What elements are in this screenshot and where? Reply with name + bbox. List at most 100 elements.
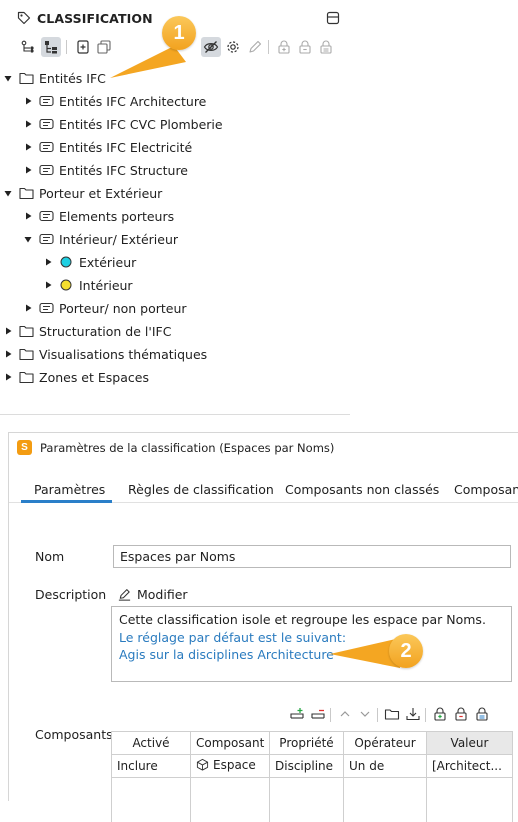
chevron-up-icon[interactable] [336, 705, 354, 723]
lock-remove-icon[interactable] [295, 37, 315, 57]
tree-item-label: Porteur/ non porteur [59, 300, 187, 316]
tree-item[interactable]: Entités IFC Structure [0, 159, 350, 181]
dialog-title-bar: S Paramètres de la classification (Espac… [9, 433, 518, 463]
pencil-icon[interactable] [245, 37, 265, 57]
column-header[interactable]: Composant [190, 731, 270, 755]
expand-right-icon[interactable] [44, 281, 52, 289]
cell-value[interactable]: [Architect... [426, 754, 513, 778]
expand-right-icon[interactable] [24, 97, 32, 105]
active-tab-indicator [21, 500, 112, 503]
import-icon[interactable] [404, 705, 422, 723]
label-icon [38, 300, 54, 316]
lock-remove-icon[interactable] [452, 705, 470, 723]
table-row[interactable]: Inclure Espace Discipline Un de [Archite… [111, 754, 513, 778]
circle-yellow-icon [58, 277, 74, 293]
lock-icon[interactable] [473, 705, 491, 723]
tree-item[interactable]: Porteur et Extérieur [0, 182, 350, 204]
description-link-line: Agis sur la disciplines Architecture [119, 647, 334, 662]
name-label: Nom [35, 549, 65, 564]
expand-right-icon[interactable] [44, 258, 52, 266]
tree-item[interactable]: Entités IFC CVC Plomberie [0, 113, 350, 135]
component-label: Espace [213, 757, 256, 772]
cell-operator[interactable]: Un de [343, 754, 427, 778]
tab-composants[interactable]: Composant [454, 482, 518, 497]
tree-item-label: Intérieur/ Extérieur [59, 231, 179, 247]
label-icon [38, 208, 54, 224]
column-header[interactable]: Activé [111, 731, 191, 755]
tree-item[interactable]: Porteur/ non porteur [0, 297, 350, 319]
tree-item[interactable]: Intérieur [0, 274, 350, 296]
tree-item-label: Zones et Espaces [39, 369, 149, 385]
expand-right-icon[interactable] [24, 166, 32, 174]
components-table: Activé Composant Propriété Opérateur Val… [111, 731, 513, 822]
circle-cyan-icon [58, 254, 74, 270]
tree-item-label: Entités IFC [39, 70, 106, 86]
table-empty-area [111, 777, 513, 822]
column-header[interactable]: Propriété [269, 731, 344, 755]
tree-item[interactable]: Intérieur/ Extérieur [0, 228, 350, 250]
add-item-icon[interactable] [73, 37, 93, 57]
tree-item[interactable]: Extérieur [0, 251, 350, 273]
add-component-icon[interactable] [288, 705, 306, 723]
tree-item-label: Extérieur [79, 254, 137, 270]
lock-icon[interactable] [316, 37, 336, 57]
expand-right-icon[interactable] [4, 350, 12, 358]
components-toolbar [288, 705, 512, 725]
table-header-row: Activé Composant Propriété Opérateur Val… [111, 731, 513, 755]
description-link-line: Le réglage par défaut est le suivant: [119, 629, 347, 645]
tree-item-label: Entités IFC Structure [59, 162, 188, 178]
tree-item-label: Entités IFC CVC Plomberie [59, 116, 223, 132]
tree-item-label: Structuration de l'IFC [39, 323, 172, 339]
tree-item[interactable]: Elements porteurs [0, 205, 350, 227]
tag-icon [17, 11, 31, 25]
expand-right-icon[interactable] [24, 120, 32, 128]
modify-button[interactable]: Modifier [117, 585, 188, 603]
tree-item[interactable]: Visualisations thématiques [0, 343, 350, 365]
tree-item-label: Entités IFC Architecture [59, 93, 207, 109]
cube-icon [196, 759, 209, 771]
tab-composants-non-classes[interactable]: Composants non classés [285, 482, 439, 497]
expand-right-icon[interactable] [4, 327, 12, 335]
tree-item[interactable]: Structuration de l'IFC [0, 320, 350, 342]
description-text[interactable]: Cette classification isole et regroupe l… [111, 606, 512, 682]
expand-down-icon[interactable] [4, 189, 12, 197]
tree-item-label: Intérieur [79, 277, 133, 293]
tab-regles-classification[interactable]: Règles de classification [128, 482, 274, 497]
gear-icon[interactable] [223, 37, 243, 57]
column-header[interactable]: Valeur [426, 731, 513, 755]
folder-icon [18, 369, 34, 385]
expand-right-icon[interactable] [4, 373, 12, 381]
tree-hierarchy-icon[interactable] [18, 37, 38, 57]
folder-icon [18, 185, 34, 201]
folder-icon[interactable] [383, 705, 401, 723]
lock-add-icon[interactable] [274, 37, 294, 57]
tree-item[interactable]: Entités IFC Electricité [0, 136, 350, 158]
folder-icon [18, 346, 34, 362]
chevron-down-icon[interactable] [356, 705, 374, 723]
name-input[interactable] [113, 545, 511, 568]
tab-parametres[interactable]: Paramètres [34, 482, 105, 497]
tree-item[interactable]: Entités IFC Architecture [0, 90, 350, 112]
dialog-title: Paramètres de la classification (Espaces… [40, 441, 335, 455]
expand-right-icon[interactable] [24, 143, 32, 151]
cell-active[interactable]: Inclure [111, 754, 191, 778]
tree-item[interactable]: Zones et Espaces [0, 366, 350, 388]
expand-right-icon[interactable] [24, 304, 32, 312]
description-line: Cette classification isole et regroupe l… [119, 612, 486, 627]
callout-badge-2: 2 [389, 634, 423, 668]
tree-list-icon[interactable] [41, 37, 61, 57]
column-header[interactable]: Opérateur [343, 731, 427, 755]
cell-component[interactable]: Espace [190, 754, 270, 778]
expand-right-icon[interactable] [24, 212, 32, 220]
tree-item-label: Entités IFC Electricité [59, 139, 193, 155]
folder-icon [18, 323, 34, 339]
lock-add-icon[interactable] [431, 705, 449, 723]
expand-down-icon[interactable] [4, 74, 12, 82]
label-icon [38, 162, 54, 178]
folder-icon [18, 70, 34, 86]
remove-component-icon[interactable] [309, 705, 327, 723]
tree-item-label: Porteur et Extérieur [39, 185, 163, 201]
collapse-panel-icon[interactable] [326, 11, 340, 25]
expand-down-icon[interactable] [24, 235, 32, 243]
cell-property[interactable]: Discipline [269, 754, 344, 778]
